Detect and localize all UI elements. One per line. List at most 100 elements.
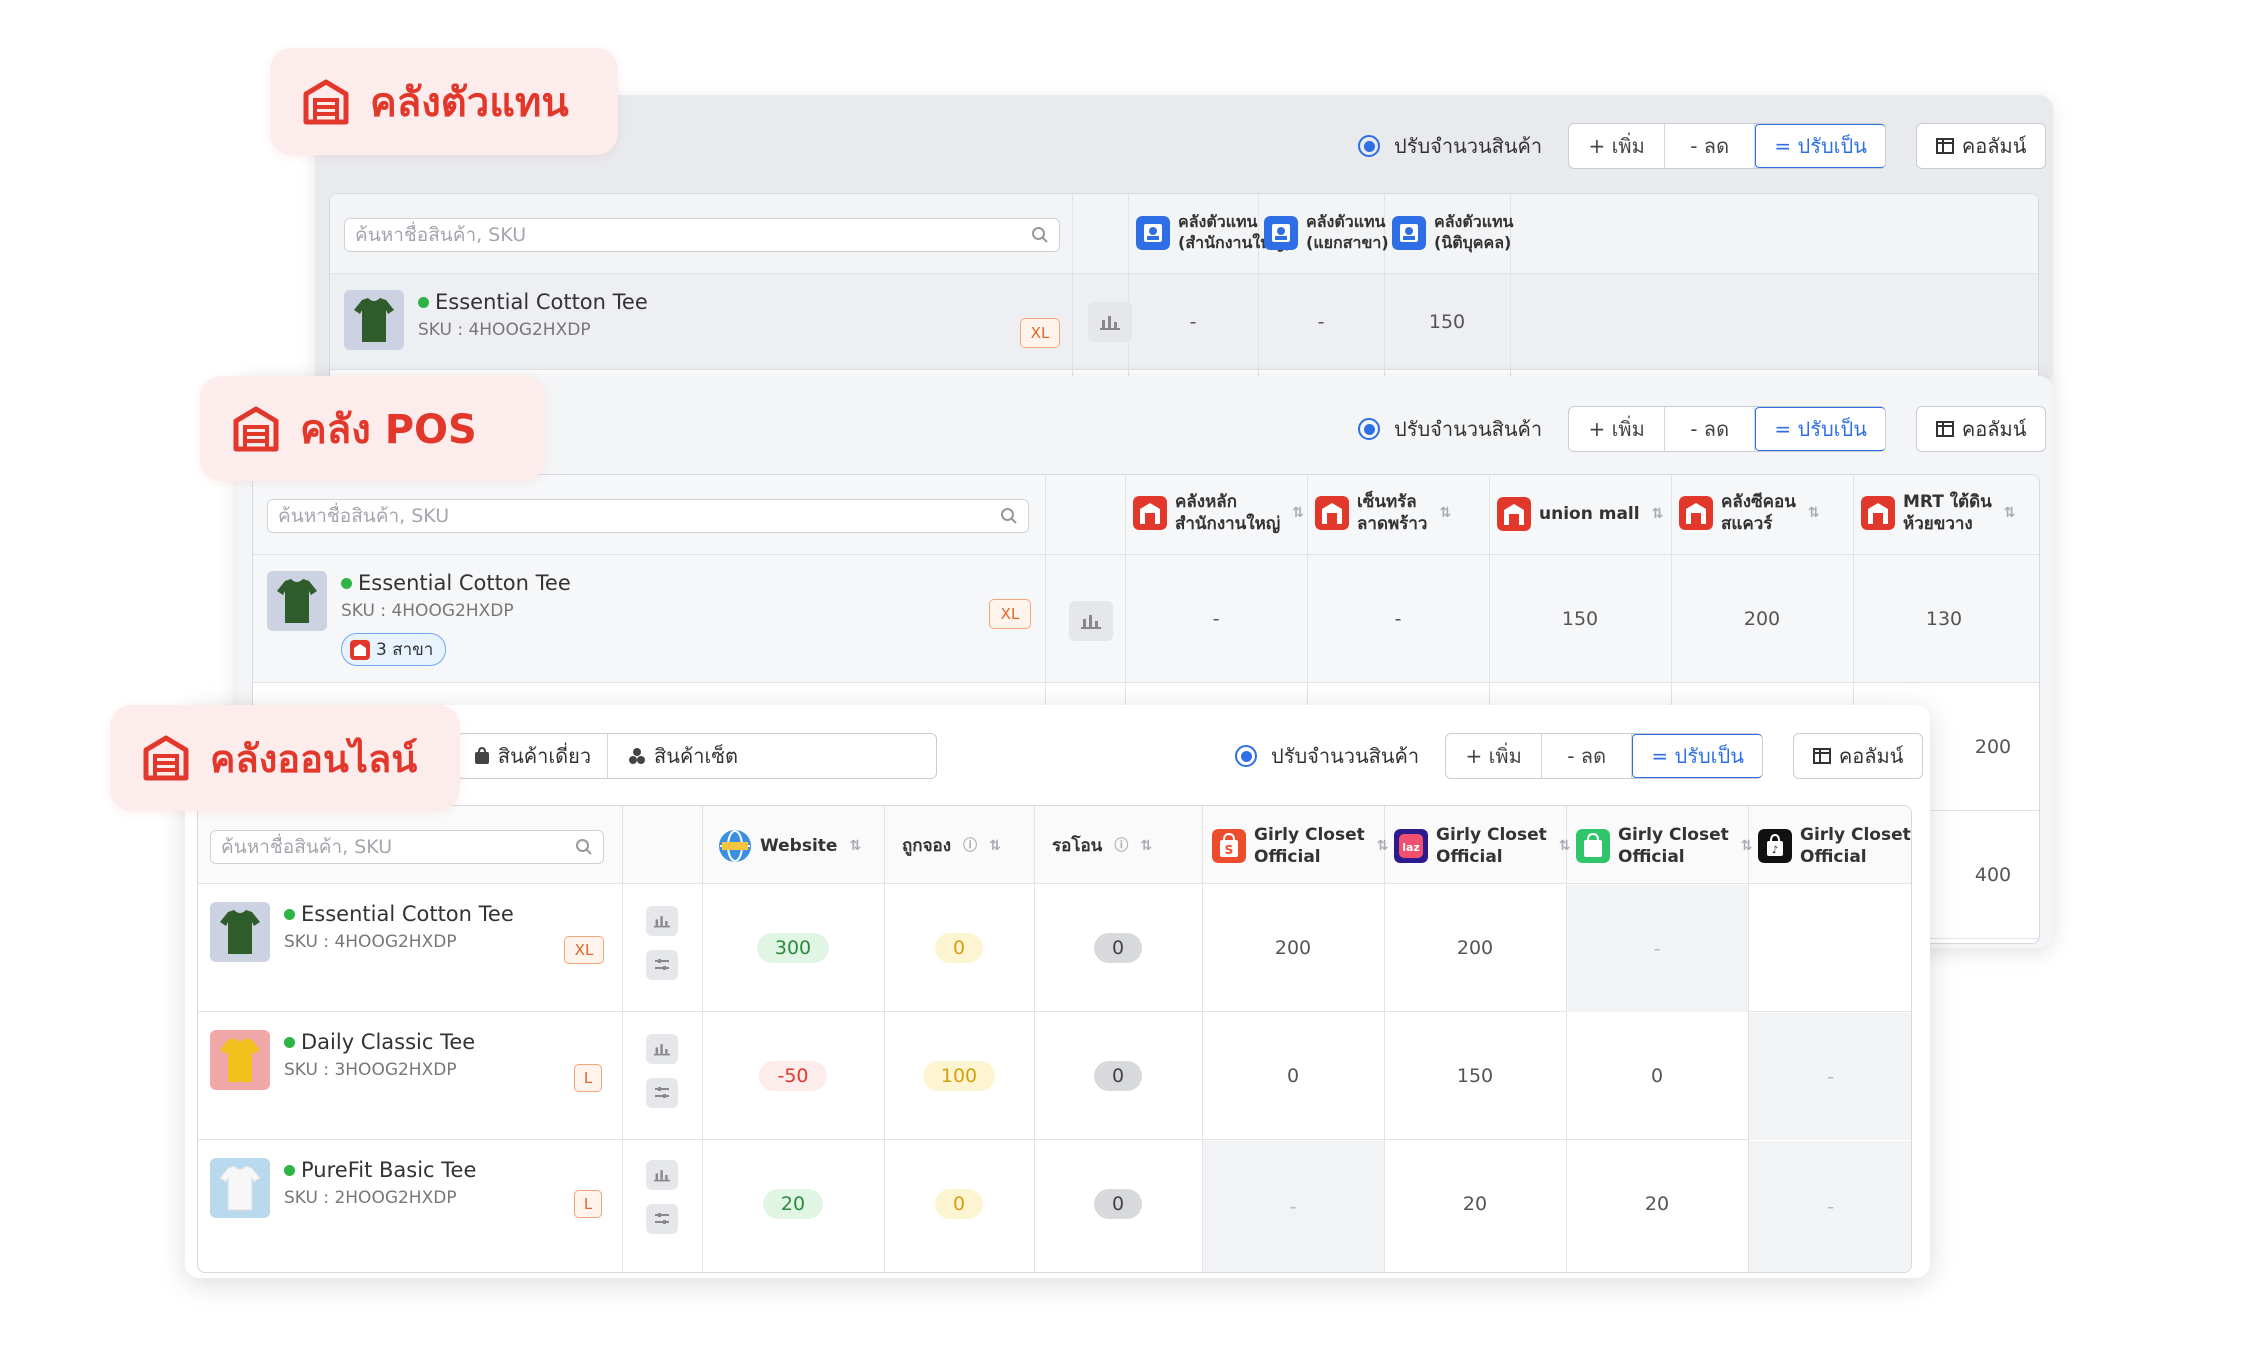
sort-icon[interactable]: ⇅ (1559, 837, 1571, 855)
stats-button[interactable] (1069, 601, 1113, 641)
column-header-hq[interactable]: คลังตัวแทน (สำนักงานใหญ่) (1136, 212, 1292, 254)
product-name: Essential Cotton Tee (435, 290, 648, 314)
stock-value-empty[interactable]: - (1748, 1141, 1911, 1272)
set-button[interactable]: = ปรับเป็น (1755, 124, 1886, 168)
reduce-button[interactable]: - ลด (1665, 124, 1756, 168)
sort-icon[interactable]: ⇅ (989, 837, 1001, 855)
column-header-tiktok[interactable]: ♪ Girly Closet Official ⇅ (1758, 824, 1911, 868)
column-header-lazada[interactable]: laz Girly Closet Official ⇅ (1394, 824, 1570, 868)
stock-value-empty[interactable]: - (1566, 885, 1748, 1012)
search-icon (1032, 227, 1048, 243)
stock-value[interactable]: 0 (1566, 1012, 1748, 1140)
settings-button[interactable] (646, 950, 678, 980)
search-input[interactable]: ค้นหาชื่อสินค้า, SKU (210, 830, 604, 864)
info-icon[interactable]: ⓘ (1114, 837, 1128, 855)
column-header-pending[interactable]: รอโอน ⓘ ⇅ (1052, 826, 1202, 866)
columns-button[interactable]: คอลัมน์ (1916, 123, 2047, 169)
stock-value-empty[interactable]: - (1202, 1141, 1384, 1272)
website-stock[interactable]: 20 (702, 1140, 884, 1268)
stock-value[interactable] (1748, 885, 1911, 1012)
settings-button[interactable] (646, 1078, 678, 1108)
settings-button[interactable] (646, 1204, 678, 1234)
stock-value[interactable]: - (1128, 274, 1258, 370)
info-icon[interactable]: ⓘ (963, 837, 977, 855)
search-input[interactable]: ค้นหาชื่อสินค้า, SKU (267, 499, 1029, 533)
branch-badge[interactable]: 3 สาขา (341, 633, 447, 666)
svg-text:♪: ♪ (1772, 845, 1778, 856)
status-dot (341, 577, 352, 589)
sort-icon[interactable]: ⇅ (1808, 504, 1820, 522)
stock-value[interactable]: 150 (1489, 555, 1671, 683)
column-header-line-shopping[interactable]: Girly Closet Official ⇅ (1576, 824, 1752, 868)
sort-icon[interactable]: ⇅ (1652, 505, 1664, 523)
stock-value[interactable]: - (1307, 555, 1489, 683)
add-button[interactable]: + เพิ่ม (1446, 734, 1543, 778)
status-dot (418, 296, 429, 308)
online-toolbar: ปรับจำนวนสินค้า + เพิ่ม - ลด = ปรับเป็น … (1235, 733, 1924, 779)
column-header-seacon[interactable]: คลังซีคอน สแควร์ ⇅ (1679, 491, 1849, 535)
stats-button[interactable] (646, 1034, 678, 1064)
stock-value[interactable]: 200 (1384, 884, 1566, 1012)
adjust-mode-group: + เพิ่ม - ลด = ปรับเป็น (1445, 733, 1764, 779)
sort-icon[interactable]: ⇅ (1140, 837, 1152, 855)
stock-value[interactable]: 150 (1384, 1012, 1566, 1140)
stock-value[interactable]: 0 (1202, 1012, 1384, 1140)
stock-value[interactable]: 400 (1953, 811, 2033, 939)
stock-value[interactable]: 200 (1202, 884, 1384, 1012)
column-header-shopee[interactable]: S Girly Closet Official ⇅ (1212, 824, 1388, 868)
adjust-radio[interactable] (1235, 745, 1257, 767)
set-button[interactable]: = ปรับเป็น (1632, 734, 1763, 778)
adjust-radio[interactable] (1358, 418, 1380, 440)
proxy-table: ค้นหาชื่อสินค้า, SKU คลังตัวแทน (สำนักงา… (329, 193, 2039, 385)
sort-icon[interactable]: ⇅ (2004, 504, 2016, 522)
sliders-icon (655, 959, 669, 970)
set-button[interactable]: = ปรับเป็น (1755, 407, 1886, 451)
stock-value[interactable]: 130 (1853, 555, 2035, 683)
stock-pill: -50 (759, 1061, 827, 1091)
product-type-tabs: สินค้าเดี่ยว สินค้าเซ็ต (457, 733, 937, 779)
column-label: Girly Closet Official (1800, 825, 1911, 868)
column-header-corporate[interactable]: คลังตัวแทน (นิติบุคคล) (1392, 212, 1514, 254)
stats-button[interactable] (646, 1160, 678, 1190)
stats-button[interactable] (1088, 302, 1132, 342)
stats-button[interactable] (646, 906, 678, 936)
reduce-button[interactable]: - ลด (1665, 407, 1756, 451)
sort-icon[interactable]: ⇅ (849, 837, 861, 855)
sort-icon[interactable]: ⇅ (1439, 504, 1451, 522)
reduce-button[interactable]: - ลด (1542, 734, 1633, 778)
column-header-union[interactable]: union mall ⇅ (1497, 491, 1667, 537)
columns-button[interactable]: คอลัมน์ (1793, 733, 1924, 779)
column-label: รอโอน (1052, 835, 1103, 856)
tab-single-product[interactable]: สินค้าเดี่ยว (458, 734, 608, 778)
product-sku: SKU : 4HOOG2HXDP (284, 932, 457, 952)
status-dot (284, 908, 295, 920)
column-header-main-hq[interactable]: คลังหลัก สำนักงานใหญ่ ⇅ (1133, 491, 1304, 535)
add-button[interactable]: + เพิ่ม (1569, 407, 1666, 451)
website-stock[interactable]: -50 (702, 1012, 884, 1140)
stock-value[interactable]: 20 (1566, 1140, 1748, 1268)
search-input[interactable]: ค้นหาชื่อสินค้า, SKU (344, 218, 1060, 252)
product-cell: Daily Classic Tee SKU : 3HOOG2HXDP (210, 1030, 475, 1090)
sort-icon[interactable]: ⇅ (1741, 837, 1753, 855)
adjust-mode-group: + เพิ่ม - ลด = ปรับเป็น (1568, 406, 1887, 452)
column-header-reserved[interactable]: ถูกจอง ⓘ ⇅ (902, 826, 1032, 866)
tab-product-set[interactable]: สินค้าเซ็ต (608, 734, 758, 778)
column-header-central[interactable]: เซ็นทรัล ลาดพร้าว ⇅ (1315, 491, 1485, 535)
reserved-stock: 0 (884, 1140, 1034, 1268)
column-header-mrt[interactable]: MRT ใต้ดิน ห้วยขวาง ⇅ (1861, 491, 2031, 535)
add-button[interactable]: + เพิ่ม (1569, 124, 1666, 168)
adjust-radio[interactable] (1358, 135, 1380, 157)
sort-icon[interactable]: ⇅ (1377, 837, 1389, 855)
sort-icon[interactable]: ⇅ (1292, 504, 1304, 522)
stock-value[interactable]: - (1125, 555, 1307, 683)
stock-value[interactable]: 20 (1384, 1140, 1566, 1268)
website-stock[interactable]: 300 (702, 884, 884, 1012)
column-header-website[interactable]: Website ⇅ (718, 826, 878, 866)
stock-value[interactable]: 200 (1671, 555, 1853, 683)
column-header-branch[interactable]: คลังตัวแทน (แยกสาขา) (1264, 212, 1389, 254)
stock-value[interactable]: 150 (1384, 274, 1510, 370)
stock-value[interactable]: 200 (1953, 683, 2033, 811)
columns-button[interactable]: คอลัมน์ (1916, 406, 2047, 452)
stock-value[interactable]: - (1258, 274, 1384, 370)
stock-value-empty[interactable]: - (1748, 1013, 1911, 1140)
